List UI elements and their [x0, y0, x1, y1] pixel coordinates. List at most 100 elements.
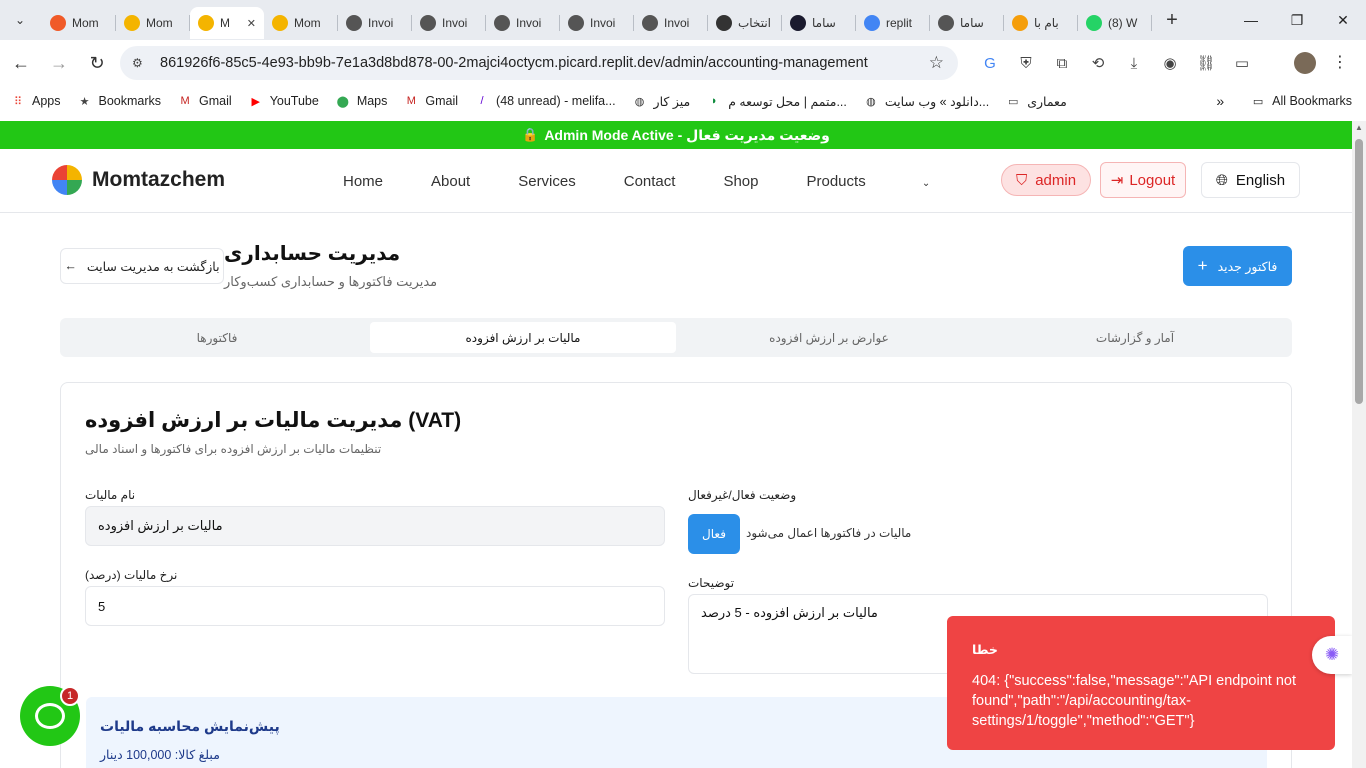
browser-tab[interactable]: Invoi — [634, 7, 708, 39]
browser-tab[interactable]: بام با — [1004, 7, 1078, 39]
page-scrollbar[interactable]: ▲ — [1352, 121, 1366, 768]
tab-title: replit — [886, 16, 913, 30]
browser-tab[interactable]: Mom — [116, 7, 190, 39]
admin-banner-text: Admin Mode Active - وضعیت مدیریت فعال — [544, 126, 830, 143]
nav-shop[interactable]: Shop — [723, 173, 758, 190]
mom-icon — [124, 15, 140, 31]
browser-tab[interactable]: Mom — [264, 7, 338, 39]
tab-title: Invoi — [516, 16, 542, 30]
link-icon[interactable]: ⛓ — [1188, 48, 1224, 78]
browser-tab[interactable]: M ✕ — [190, 7, 264, 39]
bookmark-item[interactable]: ★ Bookmarks — [77, 93, 161, 109]
bookmark-item[interactable]: ◍ میز کار — [632, 93, 690, 109]
bookmark-item[interactable]: ⬤ Maps — [335, 93, 388, 109]
shield-extension-icon[interactable]: ⛨ — [1008, 48, 1044, 78]
bookmark-item[interactable]: ◍ دانلود » وب سایت... — [863, 93, 989, 109]
nav-home[interactable]: Home — [343, 173, 383, 190]
tab-invoices[interactable]: فاکتورها — [64, 322, 370, 353]
admin-badge[interactable]: ⛉ admin — [1001, 164, 1091, 196]
folder-icon: ▭ — [1007, 95, 1019, 108]
bookmark-item[interactable]: ▭ معماری — [1005, 93, 1067, 109]
preview-title: پیش‌نمایش محاسبه مالیات — [100, 718, 280, 734]
bookmark-item[interactable]: ▶ YouTube — [248, 93, 318, 109]
browser-menu-icon[interactable]: ⋮ — [1332, 52, 1348, 72]
status-toggle-button[interactable]: فعال — [688, 514, 740, 554]
profile-avatar[interactable] — [1294, 52, 1316, 74]
b-icon — [1012, 15, 1028, 31]
minimize-icon[interactable]: — — [1228, 0, 1274, 40]
ai-assistant-icon[interactable]: ✺ — [1312, 636, 1352, 674]
tab-vat[interactable]: مالیات بر ارزش افزوده — [370, 322, 676, 353]
browser-tab[interactable]: ساما — [782, 7, 856, 39]
logout-button[interactable]: ⇥ Logout — [1100, 162, 1186, 198]
web-icon — [568, 15, 584, 31]
bookmark-label: (48 unread) - melifa... — [496, 94, 616, 108]
history-icon[interactable]: ⟲ — [1080, 48, 1116, 78]
device-icon[interactable]: ▭ — [1224, 48, 1260, 78]
chevron-more-icon[interactable]: » — [1216, 93, 1224, 109]
tab-title: Mom — [72, 16, 99, 30]
mom-icon — [50, 15, 66, 31]
browser-tab[interactable]: (8) W — [1078, 7, 1152, 39]
bookmark-star-icon[interactable]: ☆ — [929, 53, 944, 73]
tab-title: بام با — [1034, 16, 1059, 30]
back-arrow-icon[interactable]: ← — [4, 46, 38, 80]
bookmark-label: معماری — [1027, 94, 1067, 109]
react-icon — [790, 15, 806, 31]
browser-tab[interactable]: replit — [856, 7, 930, 39]
bookmark-item[interactable]: M Gmail — [403, 93, 458, 109]
bookmark-item[interactable]: / (48 unread) - melifa... — [474, 93, 616, 109]
tab-title: Invoi — [368, 16, 394, 30]
close-window-icon[interactable]: ✕ — [1320, 0, 1366, 40]
scrollbar-thumb[interactable] — [1355, 139, 1363, 404]
browser-tab[interactable]: Mom — [42, 7, 116, 39]
url-omnibox[interactable]: ⚙ 861926f6-85c5-4e93-bb9b-7e1a3d8bd878-0… — [120, 46, 958, 80]
close-tab-icon[interactable]: ✕ — [247, 17, 256, 30]
apps-grid-icon: ⠿ — [13, 95, 23, 108]
yahoo-icon: / — [480, 95, 484, 107]
site-logo[interactable]: Momtazchem — [52, 165, 225, 195]
puzzle-extensions-icon[interactable]: ⧉ — [1044, 48, 1080, 78]
bookmark-item[interactable]: ⠿ Apps — [10, 93, 61, 109]
bookmark-list: ⠿ Apps ★ Bookmarks M Gmail ▶ YouTube ⬤ Maps M Gmail… — [10, 93, 1083, 109]
gmail-icon: M — [180, 95, 190, 107]
browser-tab[interactable]: Invoi — [560, 7, 634, 39]
nav-about[interactable]: About — [431, 173, 470, 190]
site-info-icon[interactable]: ⚙ — [132, 56, 150, 70]
tab-title: (8) W — [1108, 16, 1138, 30]
browser-tab[interactable]: Invoi — [338, 7, 412, 39]
browser-tab[interactable]: Invoi — [486, 7, 560, 39]
url-text[interactable]: 861926f6-85c5-4e93-bb9b-7e1a3d8bd878-00-… — [160, 55, 868, 71]
tax-rate-input[interactable]: 5 — [85, 586, 665, 626]
reload-icon[interactable]: ↻ — [80, 46, 114, 80]
all-bookmarks-link[interactable]: ▭ All Bookmarks — [1250, 93, 1352, 109]
bookmark-item[interactable]: M Gmail — [177, 93, 231, 109]
browser-tab[interactable]: ساما — [930, 7, 1004, 39]
site-header: Momtazchem Home About Services Contact S… — [0, 149, 1352, 213]
download-icon[interactable]: ⤓ — [1116, 48, 1152, 78]
all-bookmarks-label: All Bookmarks — [1272, 94, 1352, 108]
vat-card-title: مدیریت مالیات بر ارزش افزوده (VAT) — [85, 409, 462, 432]
accounting-tabs: فاکتورها مالیات بر ارزش افزوده عوارض بر … — [60, 318, 1292, 357]
language-button[interactable]: 🌐︎ English — [1201, 162, 1300, 198]
back-to-admin-button[interactable]: ← بازگشت به مدیریت سایت — [60, 248, 224, 284]
translate-icon[interactable]: G — [972, 48, 1008, 78]
tab-title: ساما — [960, 16, 984, 30]
nav-services[interactable]: Services — [518, 173, 576, 190]
restore-icon[interactable]: ❐ — [1274, 0, 1320, 40]
tax-name-input[interactable]: مالیات بر ارزش افزوده — [85, 506, 665, 546]
scroll-up-icon[interactable]: ▲ — [1355, 123, 1363, 132]
tab-vat-duties[interactable]: عوارض بر ارزش افزوده — [676, 322, 982, 353]
browser-tab[interactable]: انتخاب — [708, 7, 782, 39]
tab-reports[interactable]: آمار و گزارشات — [982, 322, 1288, 353]
new-tab-button[interactable]: + — [1158, 6, 1186, 34]
screenshot-icon[interactable]: ◉ — [1152, 48, 1188, 78]
nav-products[interactable]: Products ⌄ — [807, 173, 979, 190]
browser-tab[interactable]: Invoi — [412, 7, 486, 39]
tab-search-icon[interactable]: ⌄ — [6, 6, 34, 34]
bookmark-item[interactable]: ◗ متمم | محل توسعه م... — [706, 93, 847, 109]
forward-arrow-icon[interactable]: → — [42, 46, 76, 80]
gmail-icon: M — [406, 95, 416, 107]
new-invoice-button[interactable]: + فاکتور جدید — [1183, 246, 1292, 286]
nav-contact[interactable]: Contact — [624, 173, 676, 190]
